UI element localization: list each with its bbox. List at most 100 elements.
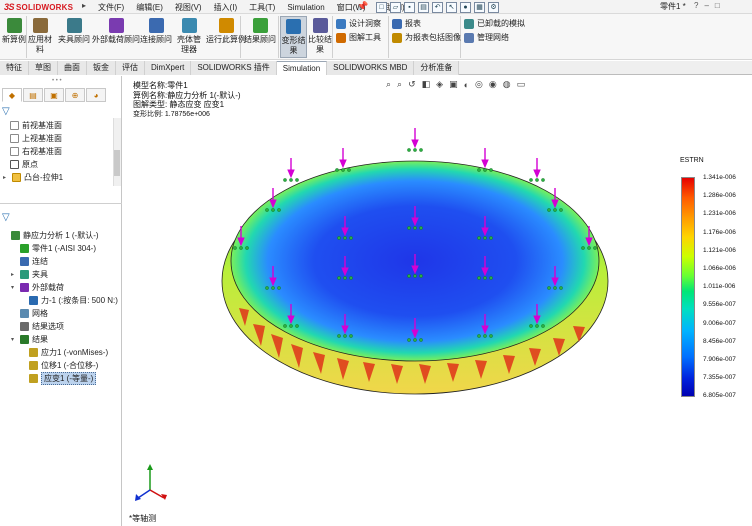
expand-toggle-icon[interactable]: ▾ — [11, 284, 17, 291]
simulation-tree-item[interactable]: 力-1 (:按条目: 500 N:) — [20, 294, 118, 306]
options-icon[interactable]: ⚙ — [488, 1, 499, 13]
menu-item-3[interactable]: 插入(I) — [208, 2, 244, 13]
ribbon-button-2[interactable]: 夹具顾问 — [58, 18, 90, 45]
display-manager-tab-icon[interactable]: ◕ — [86, 88, 106, 102]
results-advisor-icon — [252, 18, 268, 33]
tab-9[interactable]: 分析准备 — [414, 61, 460, 75]
simulation-tree-item[interactable]: 静应力分析 1 (-默认-) — [2, 229, 99, 241]
expand-toggle-icon[interactable]: ▸ — [3, 174, 9, 181]
undo-icon[interactable]: ↶ — [432, 1, 443, 13]
part-icon — [20, 243, 29, 253]
ribbon-button-0[interactable]: 新算例 — [2, 18, 26, 45]
legend-color-bar[interactable] — [681, 177, 695, 397]
ribbon-button-1[interactable]: 应用材 料 — [28, 18, 52, 55]
simulation-tree-item[interactable]: ▾ 结果 — [11, 333, 48, 345]
simulation-tree-item[interactable]: 结果选项 — [11, 320, 64, 332]
simulation-tree-label: 结果 — [32, 334, 48, 344]
filter-icon[interactable]: ▽ — [2, 106, 10, 117]
simulation-tree-label: 网格 — [32, 308, 48, 318]
menu-item-0[interactable]: 文件(F) — [92, 2, 130, 13]
ribbon-button-label: 连接顾问 — [140, 35, 172, 44]
ribbon-button-label: 变形结 果 — [281, 36, 306, 55]
result-options-icon — [20, 321, 29, 331]
help-search-icon[interactable]: ? — [694, 1, 698, 10]
tree-scrollbar-thumb[interactable] — [114, 150, 120, 176]
ribbon-button-8[interactable]: 变形结 果 — [280, 16, 307, 58]
simulation-tree-item[interactable]: 位移1 (-合位移-) — [20, 359, 98, 371]
fea-model-view[interactable] — [123, 76, 752, 526]
window-controls: ? – □ — [694, 1, 720, 10]
solidworks-logo[interactable]: 3S SOLIDWORKS — [4, 1, 73, 13]
simulation-tree-item[interactable]: 连结 — [11, 255, 48, 267]
expand-toggle-icon[interactable]: ▾ — [11, 336, 17, 343]
minimize-icon[interactable]: – — [704, 1, 708, 10]
tab-3[interactable]: 钣金 — [87, 61, 116, 75]
menu-item-5[interactable]: Simulation — [281, 3, 330, 12]
tab-2[interactable]: 曲面 — [58, 61, 87, 75]
menu-item-1[interactable]: 编辑(E) — [130, 2, 169, 13]
feature-tree-item[interactable]: ▸ 凸台-拉伸1 — [3, 171, 63, 183]
tab-4[interactable]: 评估 — [116, 61, 145, 75]
ribbon-button-label: 应用材 料 — [28, 35, 52, 54]
feature-tree-item[interactable]: 原点 — [10, 158, 38, 170]
ribbon-button-6[interactable]: 运行此算例 — [206, 18, 246, 45]
ribbon-small-button-0[interactable]: 设计洞察 — [336, 18, 381, 29]
tab-5[interactable]: DimXpert — [145, 61, 192, 75]
simulation-tree-item[interactable]: 应变1 (-等量-) — [20, 371, 97, 385]
simulation-filter-icon[interactable]: ▽ — [2, 212, 10, 223]
save-icon[interactable]: ▪ — [404, 1, 415, 13]
ribbon-button-3[interactable]: 外部载荷顾问 — [92, 18, 140, 45]
print-icon[interactable]: ▤ — [418, 1, 429, 13]
menu-item-2[interactable]: 视图(V) — [169, 2, 208, 13]
logo-ds: 3S — [4, 2, 15, 12]
feature-tree-item[interactable]: 前视基准面 — [10, 119, 62, 131]
simulation-tree-item[interactable]: ▸ 夹具 — [11, 268, 48, 280]
tab-0[interactable]: 特征 — [0, 61, 29, 75]
feature-tree-item[interactable]: 右视基准面 — [10, 145, 62, 157]
ribbon-button-4[interactable]: 连接顾问 — [140, 18, 172, 45]
ribbon-small-button-2[interactable]: 报表 — [392, 18, 421, 29]
ribbon-button-7[interactable]: 结果顾问 — [244, 18, 276, 45]
configuration-manager-tab-icon[interactable]: ▣ — [44, 88, 64, 102]
property-manager-tab-icon[interactable]: ▤ — [23, 88, 43, 102]
ribbon-small-button-5[interactable]: 管理网络 — [464, 32, 509, 43]
ribbon-button-label: 外部载荷顾问 — [92, 35, 140, 44]
simulation-tree-label: 位移1 (-合位移-) — [41, 360, 99, 370]
simulation-tree-item[interactable]: 网格 — [11, 307, 48, 319]
tab-8[interactable]: SOLIDWORKS MBD — [327, 61, 415, 75]
simulation-tree-item[interactable]: 应力1 (-vonMises-) — [20, 346, 108, 358]
tab-7[interactable]: Simulation — [276, 61, 328, 75]
rebuild-icon[interactable]: ● — [460, 1, 471, 13]
view-triad[interactable] — [130, 460, 170, 504]
feature-tree-item[interactable]: 上视基准面 — [10, 132, 62, 144]
ribbon-small-button-3[interactable]: 为报表包括图像 — [392, 32, 461, 43]
legend-tick-label: 1.341e-006 — [703, 174, 736, 181]
fixtures-icon — [20, 269, 29, 279]
file-properties-icon[interactable]: ▦ — [474, 1, 485, 13]
expand-menu-icon[interactable]: ▸ — [82, 1, 86, 10]
panel-splitter[interactable] — [0, 203, 122, 207]
simulation-tree-item[interactable]: 零件1 (-AISI 304-) — [11, 242, 96, 254]
plane-icon — [10, 120, 19, 130]
plot-icon — [29, 360, 38, 370]
design-insight-icon — [336, 18, 346, 29]
feature-manager-tab-icon[interactable]: ◆ — [2, 88, 22, 102]
ribbon-small-button-1[interactable]: 图解工具 — [336, 32, 381, 43]
select-icon[interactable]: ↖ — [446, 1, 457, 13]
tab-6[interactable]: SOLIDWORKS 插件 — [191, 61, 277, 75]
simulation-tree-item[interactable]: ▾ 外部载荷 — [11, 281, 64, 293]
ribbon-button-5[interactable]: 壳体管 理器 — [177, 18, 201, 55]
ribbon-button-9[interactable]: 比较结 果 — [308, 18, 332, 55]
menu-item-4[interactable]: 工具(T) — [243, 2, 281, 13]
view-orientation-label: *等轴测 — [129, 514, 157, 523]
new-document-icon[interactable]: □ — [376, 1, 387, 13]
ribbon-small-button-4[interactable]: 已卸载的模拟 — [464, 18, 525, 29]
pin-menu-icon[interactable]: 📌 — [357, 1, 368, 12]
dimxpert-manager-tab-icon[interactable]: ⊕ — [65, 88, 85, 102]
panel-grip[interactable]: • • • — [52, 78, 62, 84]
legend-tick-label: 1.121e-006 — [703, 246, 736, 254]
tab-1[interactable]: 草图 — [29, 61, 58, 75]
maximize-icon[interactable]: □ — [715, 1, 720, 10]
expand-toggle-icon[interactable]: ▸ — [11, 271, 17, 278]
open-document-icon[interactable]: ▱ — [390, 1, 401, 13]
